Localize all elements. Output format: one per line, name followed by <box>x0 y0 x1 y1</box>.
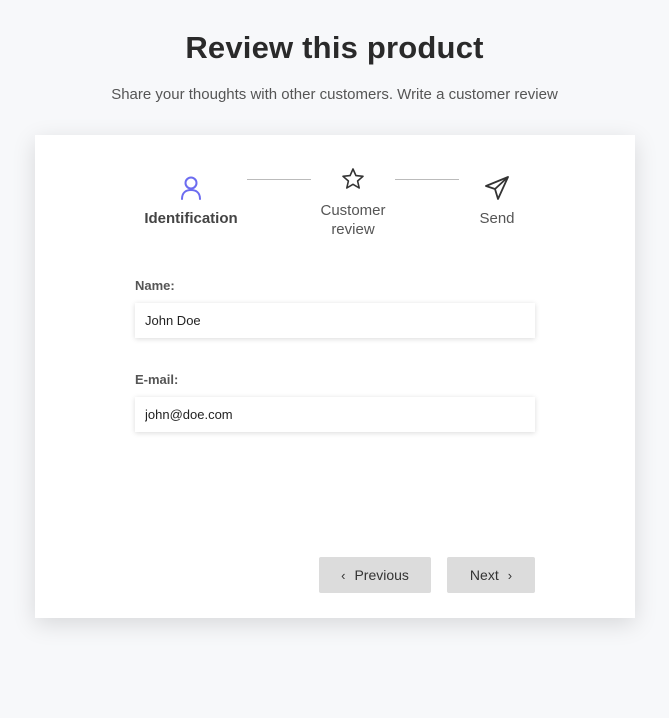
step-label: Identification <box>144 210 238 227</box>
chevron-right-icon: › <box>507 567 513 583</box>
step-identification[interactable]: Identification <box>131 175 251 228</box>
page-subtitle: Share your thoughts with other customers… <box>111 86 558 103</box>
step-customer-review[interactable]: Customer review <box>293 167 413 239</box>
name-label: Name: <box>135 278 175 293</box>
review-card: Identification Customer review Send Name… <box>35 135 635 618</box>
email-label: E-mail: <box>135 372 179 387</box>
step-label: Customer review <box>320 202 386 238</box>
name-field[interactable] <box>135 303 535 338</box>
step-send[interactable]: Send <box>437 175 557 228</box>
chevron-left-icon: ‹ <box>341 567 346 583</box>
user-icon <box>181 176 201 200</box>
email-field[interactable] <box>135 397 535 432</box>
page-title: Review this product <box>185 30 484 65</box>
step-label: Send <box>479 210 515 227</box>
next-button[interactable]: Next › <box>447 557 535 593</box>
star-icon <box>342 168 364 189</box>
next-button-label: Next <box>469 567 499 583</box>
previous-button[interactable]: ‹ Previous <box>319 557 431 593</box>
paper-plane-icon <box>485 176 509 200</box>
previous-button-label: Previous <box>354 567 409 583</box>
